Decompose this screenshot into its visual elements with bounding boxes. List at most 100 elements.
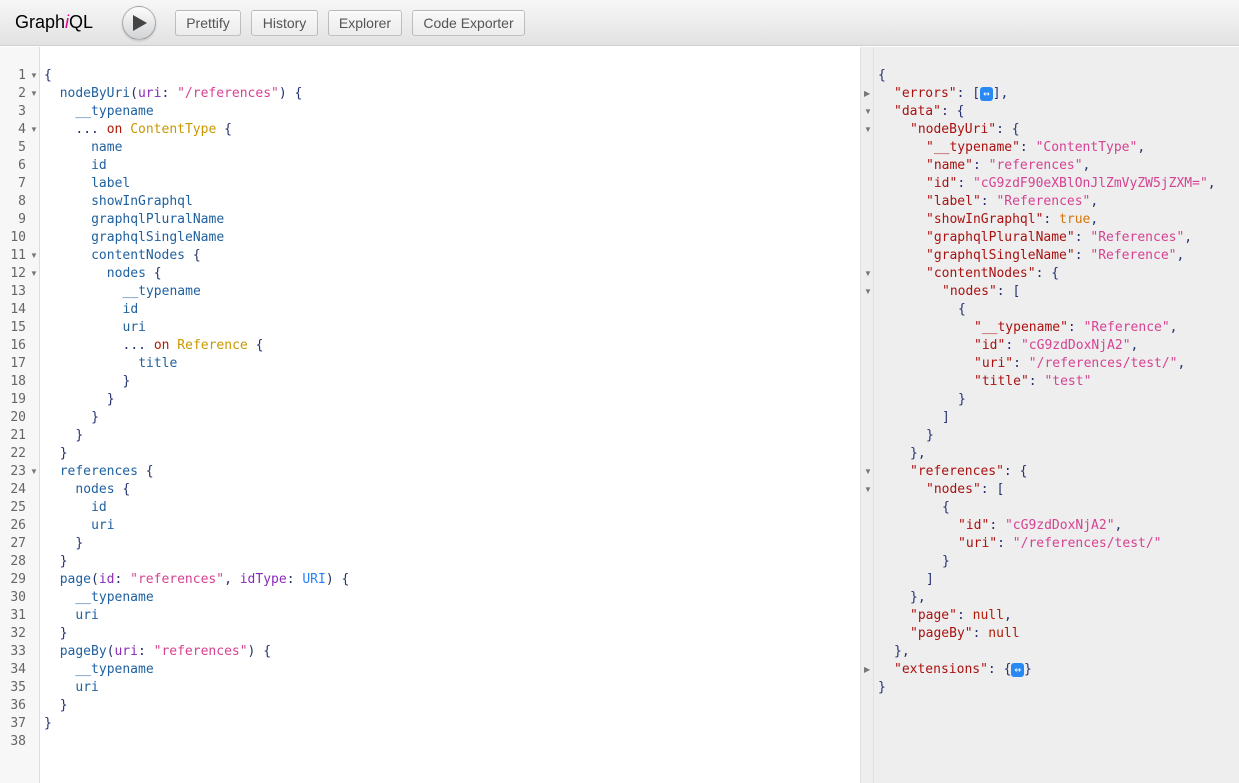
fold-toggle-icon[interactable]: ▼ xyxy=(30,247,38,265)
result-line: "id": "cG9zdDoxNjA2", xyxy=(958,518,1123,533)
query-line[interactable]: } xyxy=(91,409,99,427)
fold-toggle-icon[interactable]: ▼ xyxy=(30,265,38,283)
line-number: 33 xyxy=(10,644,26,659)
query-line[interactable]: name xyxy=(91,139,122,157)
result-line: "graphqlSingleName": "Reference", xyxy=(926,248,1185,263)
collapsed-value-button[interactable]: ↔ xyxy=(980,86,993,101)
query-line[interactable]: __typename xyxy=(75,103,153,121)
result-line: "uri": "/references/test/" xyxy=(958,536,1162,551)
history-button[interactable]: History xyxy=(251,10,318,36)
query-line[interactable]: __typename xyxy=(75,589,153,607)
result-line: "nodeByUri": { xyxy=(910,122,1020,137)
result-line: "data": { xyxy=(894,104,965,119)
query-line[interactable]: graphqlSingleName xyxy=(91,229,224,247)
line-number: 31 xyxy=(10,608,26,623)
collapsed-value-button[interactable]: ↔ xyxy=(1011,662,1025,677)
query-line[interactable]: } xyxy=(123,373,131,391)
collapse-icon[interactable]: ▼ xyxy=(864,103,872,121)
query-line[interactable]: pageBy(uri: "references") { xyxy=(60,643,271,661)
query-line[interactable]: } xyxy=(107,391,115,409)
query-line[interactable]: } xyxy=(75,427,83,445)
line-number: 3 xyxy=(18,104,26,119)
query-line[interactable]: } xyxy=(60,445,68,463)
line-number: 14 xyxy=(10,302,26,317)
result-line: "__typename": "Reference", xyxy=(974,320,1178,335)
query-line[interactable]: contentNodes { xyxy=(91,247,201,265)
query-line[interactable]: nodeByUri(uri: "/references") { xyxy=(60,85,303,103)
line-number: 15 xyxy=(10,320,26,335)
query-line[interactable]: id xyxy=(123,301,139,319)
expand-icon[interactable]: ▶ xyxy=(864,661,870,679)
query-line[interactable]: uri xyxy=(91,517,114,535)
result-line: "contentNodes": { xyxy=(926,266,1060,281)
line-number: 1 xyxy=(18,68,26,83)
result-line: "references": { xyxy=(910,464,1028,479)
query-line[interactable]: id xyxy=(91,499,107,517)
line-number: 22 xyxy=(10,446,26,461)
query-line[interactable]: { xyxy=(44,67,52,85)
line-number: 20 xyxy=(10,410,26,425)
query-line[interactable]: graphqlPluralName xyxy=(91,211,224,229)
prettify-button[interactable]: Prettify xyxy=(175,10,241,36)
query-line[interactable]: ... on ContentType { xyxy=(75,121,232,139)
collapse-icon[interactable]: ▼ xyxy=(864,283,872,301)
line-number: 17 xyxy=(10,356,26,371)
query-line[interactable]: label xyxy=(91,175,130,193)
query-line[interactable]: title xyxy=(138,355,177,373)
result-line: "nodes": [ xyxy=(926,482,1005,497)
result-line: "errors": [↔], xyxy=(894,86,1009,101)
collapse-icon[interactable]: ▼ xyxy=(864,265,872,283)
fold-toggle-icon[interactable]: ▼ xyxy=(30,85,38,103)
expand-icon[interactable]: ▶ xyxy=(864,85,870,103)
line-number: 5 xyxy=(18,140,26,155)
query-line[interactable]: } xyxy=(60,697,68,715)
collapse-icon[interactable]: ▼ xyxy=(864,463,872,481)
query-line[interactable]: __typename xyxy=(123,283,201,301)
code-exporter-button[interactable]: Code Exporter xyxy=(412,10,525,36)
query-line[interactable]: } xyxy=(60,553,68,571)
line-number: 28 xyxy=(10,554,26,569)
line-number: 32 xyxy=(10,626,26,641)
line-number: 27 xyxy=(10,536,26,551)
query-line[interactable]: ... on Reference { xyxy=(123,337,264,355)
query-line[interactable]: uri xyxy=(75,679,98,697)
query-line[interactable]: } xyxy=(60,625,68,643)
line-number: 29 xyxy=(10,572,26,587)
query-line[interactable]: uri xyxy=(123,319,146,337)
app-logo: GraphiQL xyxy=(15,12,94,32)
line-number: 38 xyxy=(10,734,26,749)
fold-toggle-icon[interactable]: ▼ xyxy=(30,463,38,481)
line-number: 10 xyxy=(10,230,26,245)
line-number: 7 xyxy=(18,176,26,191)
fold-toggle-icon[interactable]: ▼ xyxy=(30,67,38,85)
query-editor[interactable]: 1 ▼ 2 ▼ 3 4 ▼ 5 6 7 8 9 10 11 ▼ 12 ▼ 13 14 15 16 17 18 19 20 21 22… xyxy=(0,47,860,783)
result-line: "extensions": {↔} xyxy=(894,662,1032,677)
result-line: { xyxy=(878,68,886,83)
query-line[interactable]: nodes { xyxy=(107,265,162,283)
result-line: "title": "test" xyxy=(974,374,1092,389)
query-line[interactable]: showInGraphql xyxy=(91,193,193,211)
play-icon xyxy=(133,15,147,31)
query-line[interactable]: __typename xyxy=(75,661,153,679)
pane-divider[interactable]: ▶ ▼ ▼ ▼ ▼ ▼ ▼ ▶ xyxy=(860,47,874,783)
line-number: 12 xyxy=(10,266,26,281)
line-number: 35 xyxy=(10,680,26,695)
result-line: { xyxy=(958,302,966,317)
query-line[interactable]: } xyxy=(44,715,52,733)
collapse-icon[interactable]: ▼ xyxy=(864,121,872,139)
execute-query-button[interactable] xyxy=(122,6,156,40)
line-number: 26 xyxy=(10,518,26,533)
fold-toggle-icon[interactable]: ▼ xyxy=(30,121,38,139)
query-line[interactable]: } xyxy=(75,535,83,553)
explorer-button[interactable]: Explorer xyxy=(328,10,402,36)
line-number: 16 xyxy=(10,338,26,353)
query-line[interactable]: nodes { xyxy=(75,481,130,499)
query-line[interactable]: uri xyxy=(75,607,98,625)
line-number: 23 xyxy=(10,464,26,479)
query-line[interactable]: references { xyxy=(60,463,154,481)
collapse-icon[interactable]: ▼ xyxy=(864,481,872,499)
line-number: 8 xyxy=(18,194,26,209)
query-line[interactable]: id xyxy=(91,157,107,175)
query-line[interactable]: page(id: "references", idType: URI) { xyxy=(60,571,350,589)
result-line: ] xyxy=(942,410,950,425)
